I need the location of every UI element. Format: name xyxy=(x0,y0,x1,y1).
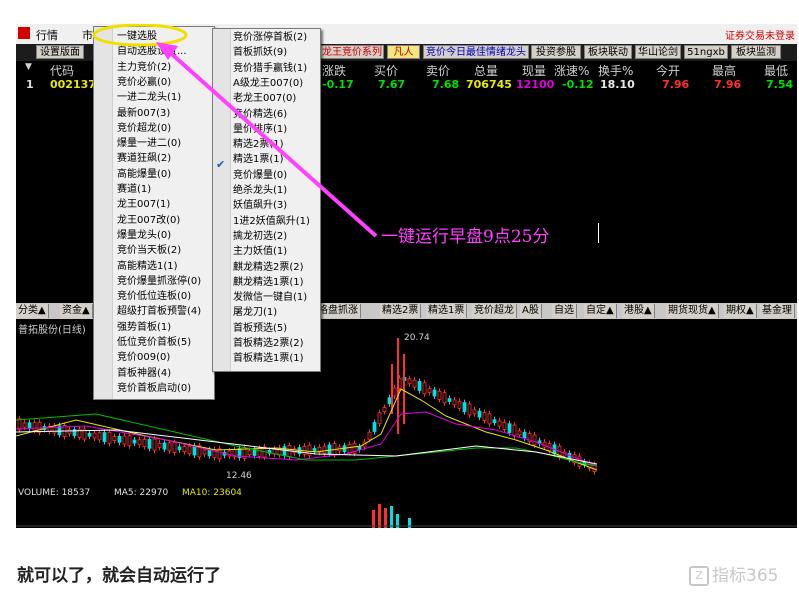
annotation-arrow xyxy=(164,47,378,238)
watermark-logo-icon: Z xyxy=(689,566,709,586)
highlight-ellipse xyxy=(92,24,188,47)
article-caption: 就可以了，就会自动运行了 xyxy=(17,566,221,586)
watermark-text: 指标365 xyxy=(712,566,779,586)
annotation-overlay xyxy=(92,24,378,238)
stock-software-screenshot: 行情 市 证券交易未登录 设置版面 龙王竞价系列 凡人 竞价今日最佳情绪龙头 投… xyxy=(16,24,797,528)
annotation-text: 一键运行早盘9点25分 xyxy=(381,227,550,247)
text-cursor xyxy=(598,223,599,243)
watermark: Z 指标365 xyxy=(689,561,778,586)
